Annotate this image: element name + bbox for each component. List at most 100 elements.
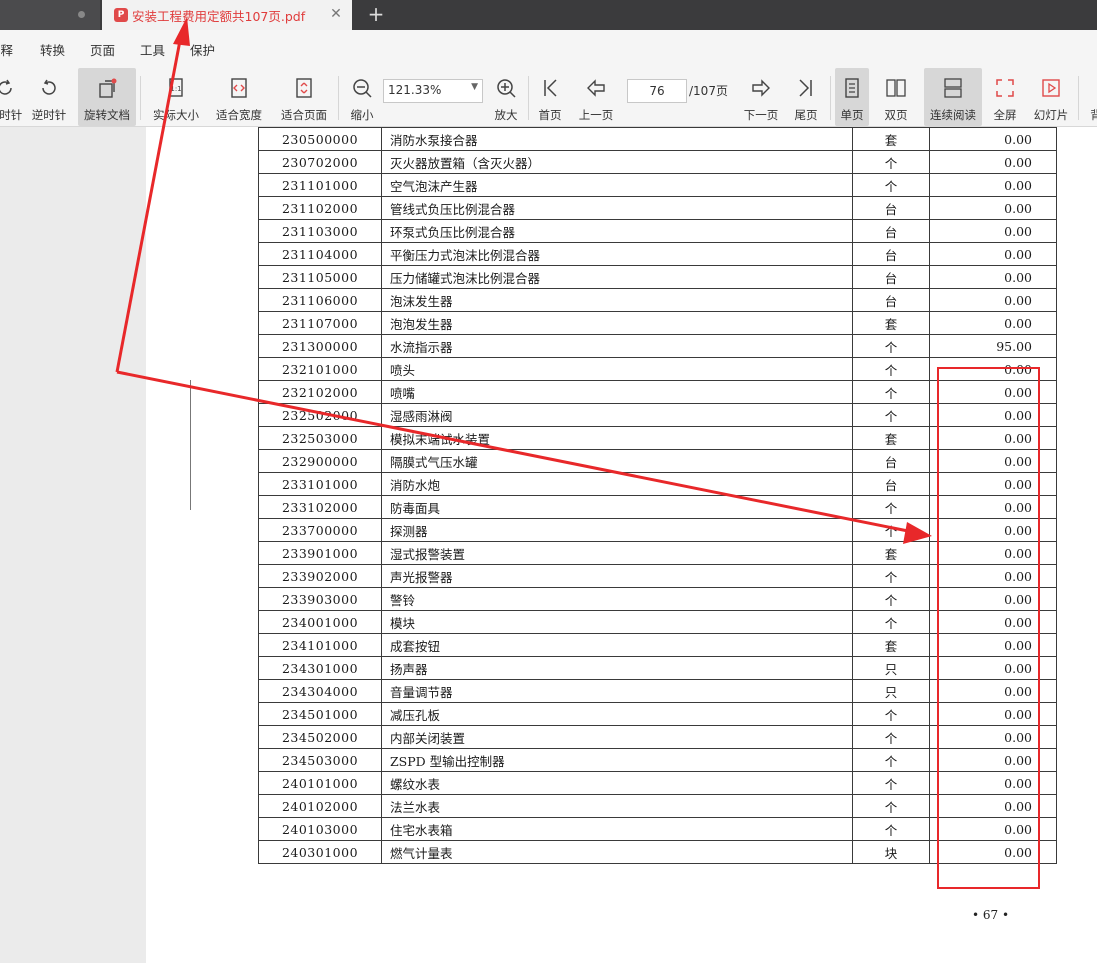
last-page-button[interactable]: 尾页 xyxy=(788,68,824,126)
menu-annotate[interactable]: 注释 xyxy=(0,40,13,59)
price-cell: 0.00 xyxy=(929,196,1057,220)
name-cell: 防毒面具 xyxy=(381,495,853,519)
table-row: 230702000 灭火器放置箱（含灭火器）个 0.00 xyxy=(258,150,1057,174)
code-cell: 232503000 xyxy=(258,426,382,450)
toolbar: 顺时针 逆时针 旋转文档 1:1 实际大小 适合宽度 适合页面 缩小 121.3… xyxy=(0,68,1097,127)
rotate-clockwise-button[interactable]: 顺时针 xyxy=(0,68,24,126)
fit-page-button[interactable]: 适合页面 xyxy=(274,68,334,126)
toolbar-divider xyxy=(528,76,529,120)
current-page-input[interactable]: 76 xyxy=(627,79,687,103)
unit-cell: 只 xyxy=(852,656,930,680)
table-row: 231102000 管线式负压比例混合器台 0.00 xyxy=(258,196,1057,220)
code-cell: 232102000 xyxy=(258,380,382,404)
unit-cell: 套 xyxy=(852,541,930,565)
code-cell: 240101000 xyxy=(258,771,382,795)
code-cell: 234304000 xyxy=(258,679,382,703)
name-cell: 环泵式负压比例混合器 xyxy=(381,219,853,243)
actual-size-button[interactable]: 1:1 实际大小 xyxy=(148,68,204,126)
code-cell: 234502000 xyxy=(258,725,382,749)
menu-convert[interactable]: 转换 xyxy=(40,40,65,59)
background-label: 背 xyxy=(1090,108,1097,122)
code-cell: 231106000 xyxy=(258,288,382,312)
actual-size-icon: 1:1 xyxy=(169,78,183,97)
unit-cell: 个 xyxy=(852,725,930,749)
unit-cell: 个 xyxy=(852,403,930,427)
toolbar-divider xyxy=(1078,76,1079,120)
code-cell: 231105000 xyxy=(258,265,382,289)
unit-cell: 个 xyxy=(852,518,930,542)
tab-dot-icon xyxy=(78,11,85,18)
slideshow-icon xyxy=(1042,79,1060,97)
zoom-out-label: 缩小 xyxy=(350,108,374,122)
previous-page-button[interactable]: 上一页 xyxy=(574,68,618,126)
code-cell: 232900000 xyxy=(258,449,382,473)
name-cell: 警铃 xyxy=(381,587,853,611)
fit-width-button[interactable]: 适合宽度 xyxy=(210,68,268,126)
name-cell: ZSPD 型输出控制器 xyxy=(381,748,853,772)
double-page-button[interactable]: 双页 xyxy=(874,68,918,126)
tab-inactive[interactable] xyxy=(0,0,100,30)
rotate-document-button[interactable]: 旋转文档 xyxy=(78,68,136,126)
menu-tools[interactable]: 工具 xyxy=(140,40,165,59)
code-cell: 231103000 xyxy=(258,219,382,243)
name-cell: 燃气计量表 xyxy=(381,840,853,864)
unit-cell: 个 xyxy=(852,702,930,726)
name-cell: 住宅水表箱 xyxy=(381,817,853,841)
code-cell: 230702000 xyxy=(258,150,382,174)
name-cell: 模拟末端试水装置 xyxy=(381,426,853,450)
unit-cell: 个 xyxy=(852,564,930,588)
rotate-document-icon xyxy=(99,78,117,98)
name-cell: 减压孔板 xyxy=(381,702,853,726)
next-page-button[interactable]: 下一页 xyxy=(740,68,782,126)
fullscreen-button[interactable]: 全屏 xyxy=(988,68,1022,126)
close-tab-icon[interactable]: ✕ xyxy=(328,5,344,23)
unit-cell: 台 xyxy=(852,219,930,243)
name-cell: 水流指示器 xyxy=(381,334,853,358)
unit-cell: 台 xyxy=(852,288,930,312)
unit-cell: 套 xyxy=(852,127,930,151)
code-cell: 234001000 xyxy=(258,610,382,634)
name-cell: 湿感雨淋阀 xyxy=(381,403,853,427)
code-cell: 234503000 xyxy=(258,748,382,772)
fit-page-label: 适合页面 xyxy=(281,108,327,122)
name-cell: 探测器 xyxy=(381,518,853,542)
single-page-button[interactable]: 单页 xyxy=(835,68,869,126)
highlight-box-price-column xyxy=(937,367,1040,889)
code-cell: 232101000 xyxy=(258,357,382,381)
first-page-button[interactable]: 首页 xyxy=(532,68,568,126)
code-cell: 240102000 xyxy=(258,794,382,818)
zoom-select[interactable]: 121.33% ▼ xyxy=(383,79,483,103)
unit-cell: 个 xyxy=(852,610,930,634)
double-page-label: 双页 xyxy=(884,108,908,122)
tab-active-document[interactable]: P 安装工程费用定额共107页.pdf ✕ xyxy=(102,0,352,30)
zoom-value: 121.33% xyxy=(388,83,442,97)
name-cell: 压力储罐式泡沫比例混合器 xyxy=(381,265,853,289)
menu-page[interactable]: 页面 xyxy=(90,40,115,59)
name-cell: 泡泡发生器 xyxy=(381,311,853,335)
name-cell: 模块 xyxy=(381,610,853,634)
unit-cell: 个 xyxy=(852,495,930,519)
slideshow-button[interactable]: 幻灯片 xyxy=(1030,68,1072,126)
table-row: 231101000 空气泡沫产生器个 0.00 xyxy=(258,173,1057,197)
arrow-left-icon xyxy=(587,79,605,97)
table-row: 231300000 水流指示器个 95.00 xyxy=(258,334,1057,358)
code-cell: 234501000 xyxy=(258,702,382,726)
table-row: 230500000 消防水泵接合器套 0.00 xyxy=(258,127,1057,151)
new-tab-button[interactable]: + xyxy=(366,3,386,27)
continuous-reading-icon xyxy=(944,78,962,98)
unit-cell: 套 xyxy=(852,633,930,657)
background-button[interactable]: 背 xyxy=(1084,68,1097,126)
zoom-in-button[interactable]: 放大 xyxy=(486,68,526,126)
code-cell: 231104000 xyxy=(258,242,382,266)
first-page-label: 首页 xyxy=(538,108,562,122)
fullscreen-label: 全屏 xyxy=(993,108,1017,122)
rotate-document-label: 旋转文档 xyxy=(84,108,130,122)
svg-text:1:1: 1:1 xyxy=(170,85,181,93)
continuous-reading-button[interactable]: 连续阅读 xyxy=(924,68,982,126)
code-cell: 234301000 xyxy=(258,656,382,680)
rotate-counterclockwise-button[interactable]: 逆时针 xyxy=(28,68,70,126)
name-cell: 法兰水表 xyxy=(381,794,853,818)
price-cell: 95.00 xyxy=(929,334,1057,358)
zoom-out-button[interactable]: 缩小 xyxy=(342,68,382,126)
menu-protect[interactable]: 保护 xyxy=(190,40,215,59)
